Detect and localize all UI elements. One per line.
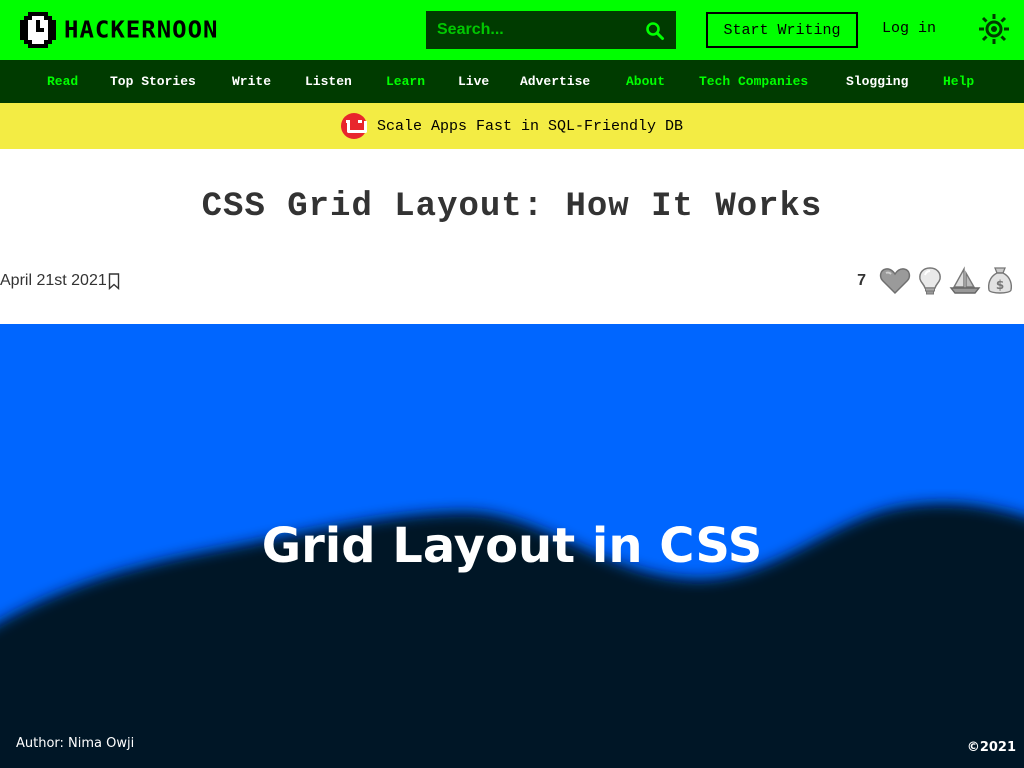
reaction-count: 7 (857, 272, 866, 289)
heart-icon[interactable] (879, 265, 911, 297)
nav-item-learn[interactable]: Learn (386, 74, 425, 89)
nav-item-read[interactable]: Read (47, 74, 78, 89)
theme-toggle-sun-icon[interactable] (978, 13, 1010, 45)
bookmark-icon[interactable] (108, 272, 120, 290)
hero-author: Author: Nima Owji (16, 736, 135, 751)
logo-text: HACKERNOON (64, 16, 219, 44)
login-button[interactable]: Log in (882, 20, 936, 37)
nav-item-live[interactable]: Live (458, 74, 489, 89)
couchbase-logo-icon (340, 113, 367, 139)
nav-item-advertise[interactable]: Advertise (520, 74, 590, 89)
search-box (426, 11, 676, 49)
nav-item-write[interactable]: Write (232, 74, 271, 89)
article-date-row: April 21st 2021 (0, 272, 120, 290)
svg-text:$: $ (996, 278, 1004, 292)
nav-item-tech-companies[interactable]: Tech Companies (699, 74, 808, 89)
nav-item-slogging[interactable]: Slogging (846, 74, 908, 89)
main-nav: Read Top Stories Write Listen Learn Live… (0, 60, 1024, 103)
hero-copyright: ©2021 (966, 740, 1016, 755)
reactions-bar: 7 $ (857, 264, 1016, 298)
article-date: April 21st 2021 (0, 272, 107, 289)
banner-text: Scale Apps Fast in SQL-Friendly DB (376, 117, 684, 135)
search-input[interactable] (427, 12, 637, 48)
lightbulb-icon[interactable] (914, 265, 946, 297)
nav-item-top-stories[interactable]: Top Stories (110, 74, 196, 89)
boat-icon[interactable] (949, 265, 981, 297)
sponsor-banner[interactable]: Scale Apps Fast in SQL-Friendly DB (0, 103, 1024, 149)
nav-item-about[interactable]: About (626, 74, 665, 89)
nav-item-help[interactable]: Help (943, 74, 974, 89)
hero-image: Grid Layout in CSS Author: Nima Owji ©20… (0, 324, 1024, 768)
search-icon[interactable] (645, 21, 665, 41)
hackernoon-logo[interactable]: HACKERNOON (20, 10, 219, 50)
nav-item-listen[interactable]: Listen (305, 74, 352, 89)
article-title: CSS Grid Layout: How It Works (201, 188, 823, 226)
start-writing-button[interactable]: Start Writing (706, 12, 858, 48)
top-header: HACKERNOON Start Writing Log in (0, 0, 1024, 60)
money-bag-icon[interactable]: $ (984, 265, 1016, 297)
hackernoon-logo-icon (20, 12, 56, 48)
hero-title: Grid Layout in CSS (261, 518, 763, 574)
